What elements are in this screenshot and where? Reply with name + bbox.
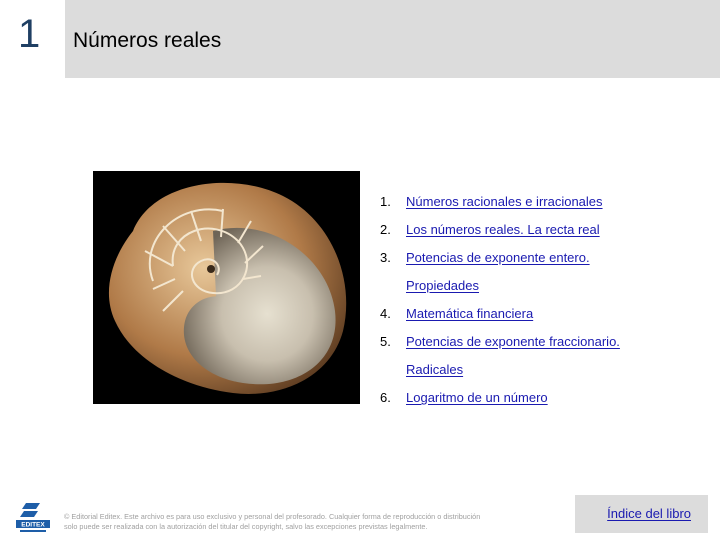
book-index-link[interactable]: Índice del libro [607, 506, 691, 521]
toc-item-5[interactable]: 5. Potencias de exponente fraccionario. [380, 328, 700, 356]
toc-item-1[interactable]: 1. Números racionales e irracionales [380, 188, 700, 216]
toc-link[interactable]: Radicales [406, 356, 463, 384]
toc-item-2[interactable]: 2. Los números reales. La recta real [380, 216, 700, 244]
toc-number: 1. [380, 194, 391, 209]
toc-number: 6. [380, 390, 391, 405]
editex-logo-text: EDITEX [21, 522, 45, 529]
table-of-contents: 1. Números racionales e irracionales 2. … [380, 188, 700, 412]
toc-link[interactable]: Potencias de exponente entero. [406, 244, 590, 272]
toc-link[interactable]: Potencias de exponente fraccionario. [406, 328, 620, 356]
toc-link[interactable]: Logaritmo de un número [406, 384, 548, 412]
toc-link[interactable]: Matemática financiera [406, 300, 533, 328]
editex-logo-icon: EDITEX [16, 503, 50, 532]
toc-link[interactable]: Números racionales e irracionales [406, 188, 603, 216]
title-bar: Números reales [65, 0, 720, 78]
toc-number: 4. [380, 306, 391, 321]
nautilus-shell-image [93, 171, 360, 404]
toc-item-4[interactable]: 4. Matemática financiera [380, 300, 700, 328]
toc-link[interactable]: Propiedades [406, 272, 479, 300]
editex-logo: EDITEX [14, 499, 52, 537]
toc-item-6[interactable]: 6. Logaritmo de un número [380, 384, 700, 412]
toc-number: 2. [380, 222, 391, 237]
page-title: Números reales [73, 29, 222, 52]
toc-number: 5. [380, 334, 391, 349]
copyright-line: solo puede ser realizada con la autoriza… [64, 522, 428, 531]
toc-item-3[interactable]: 3. Potencias de exponente entero. [380, 244, 700, 272]
copyright-notice: © Editorial Editex. Este archivo es para… [64, 512, 504, 532]
nautilus-shell-illustration [93, 171, 360, 404]
chapter-number: 1 [18, 12, 41, 56]
toc-link[interactable]: Los números reales. La recta real [406, 216, 600, 244]
toc-item-5-continued[interactable]: Radicales [380, 356, 700, 384]
toc-item-3-continued[interactable]: Propiedades [380, 272, 700, 300]
copyright-line: © Editorial Editex. Este archivo es para… [64, 512, 481, 521]
toc-number: 3. [380, 250, 391, 265]
book-index-button[interactable]: Índice del libro [575, 495, 708, 533]
